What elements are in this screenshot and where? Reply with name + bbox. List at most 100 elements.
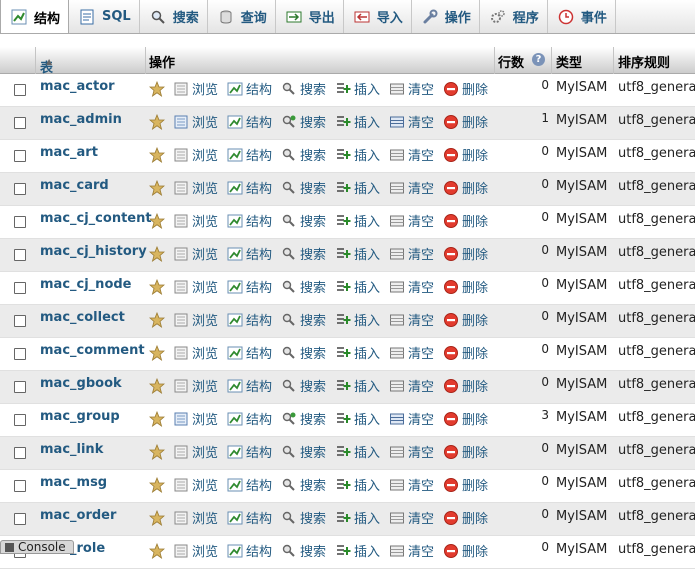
row-checkbox[interactable] [14, 216, 26, 228]
insert-action[interactable]: 插入 [335, 376, 380, 395]
browse-action[interactable]: 浏览 [173, 79, 218, 98]
tab-query[interactable]: 查询 [208, 0, 276, 33]
star-icon[interactable] [148, 245, 166, 262]
structure-action[interactable]: 结构 [227, 178, 272, 197]
star-icon[interactable] [148, 311, 166, 328]
empty-action[interactable]: 清空 [389, 79, 434, 98]
empty-action[interactable]: 清空 [389, 244, 434, 263]
row-checkbox[interactable] [14, 381, 26, 393]
tab-export[interactable]: 导出 [276, 0, 344, 33]
structure-action[interactable]: 结构 [227, 310, 272, 329]
table-name-link[interactable]: mac_collect [40, 310, 125, 325]
search-action[interactable]: 搜索 [281, 376, 326, 395]
row-checkbox[interactable] [14, 348, 26, 360]
empty-action[interactable]: 清空 [389, 145, 434, 164]
insert-action[interactable]: 插入 [335, 244, 380, 263]
search-action[interactable]: 搜索 [281, 277, 326, 296]
structure-action[interactable]: 结构 [227, 541, 272, 560]
row-checkbox[interactable] [14, 117, 26, 129]
empty-action[interactable]: 清空 [389, 475, 434, 494]
star-icon[interactable] [148, 179, 166, 196]
empty-action[interactable]: 清空 [389, 442, 434, 461]
browse-action[interactable]: 浏览 [173, 244, 218, 263]
table-name-link[interactable]: mac_gbook [40, 376, 122, 391]
insert-action[interactable]: 插入 [335, 112, 380, 131]
drop-action[interactable]: 删除 [443, 376, 488, 395]
structure-action[interactable]: 结构 [227, 508, 272, 527]
insert-action[interactable]: 插入 [335, 508, 380, 527]
star-icon[interactable] [148, 278, 166, 295]
insert-action[interactable]: 插入 [335, 409, 380, 428]
browse-action[interactable]: 浏览 [173, 310, 218, 329]
structure-action[interactable]: 结构 [227, 79, 272, 98]
search-action[interactable]: 搜索 [281, 541, 326, 560]
insert-action[interactable]: 插入 [335, 79, 380, 98]
empty-action[interactable]: 清空 [389, 178, 434, 197]
table-name-link[interactable]: mac_admin [40, 112, 122, 127]
drop-action[interactable]: 删除 [443, 409, 488, 428]
tab-routines[interactable]: 程序 [480, 0, 548, 33]
star-icon[interactable] [148, 146, 166, 163]
table-name-link[interactable]: mac_cj_node [40, 277, 132, 292]
structure-action[interactable]: 结构 [227, 475, 272, 494]
search-action[interactable]: 搜索 [281, 244, 326, 263]
drop-action[interactable]: 删除 [443, 211, 488, 230]
table-name-link[interactable]: mac_cj_history [40, 244, 147, 259]
star-icon[interactable] [148, 476, 166, 493]
drop-action[interactable]: 删除 [443, 541, 488, 560]
row-checkbox[interactable] [14, 282, 26, 294]
row-checkbox[interactable] [14, 84, 26, 96]
empty-action[interactable]: 清空 [389, 211, 434, 230]
tab-sql[interactable]: SQL [69, 0, 140, 33]
browse-action[interactable]: 浏览 [173, 442, 218, 461]
table-name-link[interactable]: mac_group [40, 409, 120, 424]
star-icon[interactable] [148, 377, 166, 394]
search-action[interactable]: 搜索 [281, 178, 326, 197]
row-checkbox[interactable] [14, 480, 26, 492]
browse-action[interactable]: 浏览 [173, 409, 218, 428]
insert-action[interactable]: 插入 [335, 343, 380, 362]
drop-action[interactable]: 删除 [443, 310, 488, 329]
table-name-link[interactable]: mac_comment [40, 343, 145, 358]
browse-action[interactable]: 浏览 [173, 178, 218, 197]
search-action[interactable]: 搜索 [281, 211, 326, 230]
tab-clock[interactable]: 事件 [548, 0, 616, 33]
tab-structure[interactable]: 结构 [0, 0, 70, 33]
empty-action[interactable]: 清空 [389, 343, 434, 362]
row-checkbox[interactable] [14, 249, 26, 261]
empty-action[interactable]: 清空 [389, 376, 434, 395]
search-action[interactable]: 搜索 [281, 475, 326, 494]
drop-action[interactable]: 删除 [443, 145, 488, 164]
drop-action[interactable]: 删除 [443, 178, 488, 197]
table-name-link[interactable]: mac_order [40, 508, 116, 523]
star-icon[interactable] [148, 80, 166, 97]
search-action[interactable]: 搜索 [281, 79, 326, 98]
insert-action[interactable]: 插入 [335, 475, 380, 494]
table-name-link[interactable]: mac_art [40, 145, 98, 160]
insert-action[interactable]: 插入 [335, 310, 380, 329]
star-icon[interactable] [148, 344, 166, 361]
structure-action[interactable]: 结构 [227, 211, 272, 230]
drop-action[interactable]: 删除 [443, 343, 488, 362]
empty-action[interactable]: 清空 [389, 277, 434, 296]
insert-action[interactable]: 插入 [335, 145, 380, 164]
help-icon[interactable]: ? [532, 53, 545, 66]
structure-action[interactable]: 结构 [227, 376, 272, 395]
search-action[interactable]: 搜索 [281, 145, 326, 164]
structure-action[interactable]: 结构 [227, 277, 272, 296]
star-icon[interactable] [148, 113, 166, 130]
empty-action[interactable]: 清空 [389, 508, 434, 527]
drop-action[interactable]: 删除 [443, 442, 488, 461]
browse-action[interactable]: 浏览 [173, 145, 218, 164]
row-checkbox[interactable] [14, 414, 26, 426]
star-icon[interactable] [148, 443, 166, 460]
row-checkbox[interactable] [14, 183, 26, 195]
row-checkbox[interactable] [14, 447, 26, 459]
browse-action[interactable]: 浏览 [173, 211, 218, 230]
star-icon[interactable] [148, 212, 166, 229]
structure-action[interactable]: 结构 [227, 112, 272, 131]
table-name-link[interactable]: mac_cj_content [40, 211, 152, 226]
browse-action[interactable]: 浏览 [173, 277, 218, 296]
search-action[interactable]: 搜索 [281, 310, 326, 329]
structure-action[interactable]: 结构 [227, 244, 272, 263]
